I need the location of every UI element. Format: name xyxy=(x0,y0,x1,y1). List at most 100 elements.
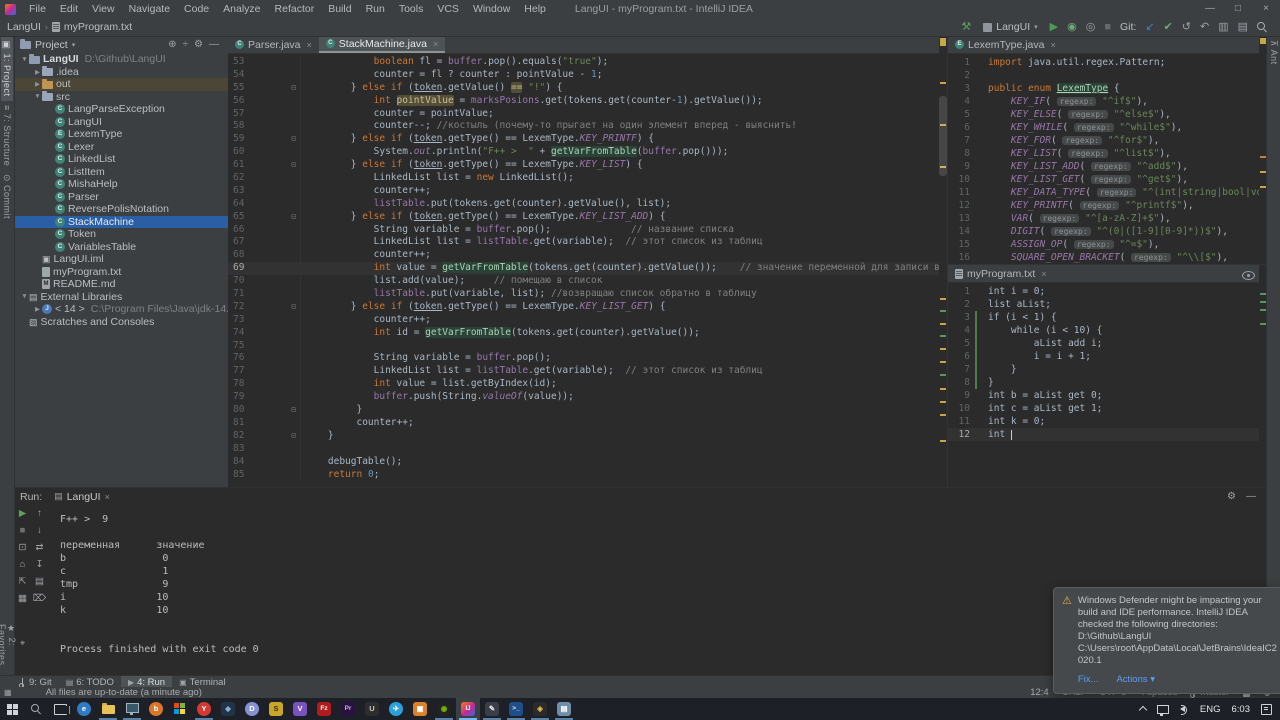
tree-item-reversepolisnotation[interactable]: C ReversePolisNotation xyxy=(14,203,228,216)
tree-item-myprogram-txt[interactable]: myProgram.txt xyxy=(14,266,228,279)
code-line[interactable]: 54 counter = fl ? counter : pointValue -… xyxy=(228,68,947,82)
tray-expand-icon[interactable] xyxy=(1138,705,1148,715)
build-project-button[interactable]: ⚒ xyxy=(961,19,971,35)
run-button[interactable]: ▶ xyxy=(1050,19,1058,35)
code-line[interactable]: 14 DIGIT( regexp: "^(0|([1-9][0-9]*))$")… xyxy=(948,225,1267,238)
menu-view[interactable]: View xyxy=(85,3,122,15)
code-line[interactable]: 7 KEY_FOR( regexp: "^for$"), xyxy=(948,134,1267,147)
code-line[interactable]: 71 listTable.put(variable, list); //возв… xyxy=(228,288,947,301)
caret-position[interactable]: 12:4 xyxy=(1030,687,1049,698)
menu-refactor[interactable]: Refactor xyxy=(268,3,322,15)
fold-icon[interactable]: ⊟ xyxy=(287,301,300,314)
code-line[interactable]: 10 int c = aList get 1; xyxy=(948,402,1267,415)
collapse-arrow-icon[interactable]: ▼ xyxy=(20,56,29,63)
menu-edit[interactable]: Edit xyxy=(53,3,85,15)
taskbar-task-view-button[interactable] xyxy=(48,698,72,720)
tray-clock[interactable]: 6:03 xyxy=(1232,704,1251,715)
tree-item-14[interactable]: ▶J< 14 > C:\Program Files\Java\jdk-14.0.1 xyxy=(14,303,228,316)
code-line[interactable]: 83 xyxy=(228,442,947,456)
soft-wrap-button[interactable]: ⇄ xyxy=(36,543,44,553)
tree-item-langparseexception[interactable]: C LangParseException xyxy=(14,103,228,116)
fold-icon[interactable]: ⊟ xyxy=(287,159,300,172)
tree-item-variablestable[interactable]: C VariablesTable xyxy=(14,241,228,254)
code-line[interactable]: 68 counter++; xyxy=(228,249,947,263)
tree-item-scratches-and-consoles[interactable]: ▧ Scratches and Consoles xyxy=(14,316,228,329)
code-line[interactable]: 5 KEY_ELSE( regexp: "^else$"), xyxy=(948,108,1267,121)
expand-arrow-icon[interactable]: ▶ xyxy=(33,80,42,88)
code-line[interactable]: 66 String variable = buffer.pop(); // на… xyxy=(228,223,947,237)
code-line[interactable]: 55 ⊟ } else if (token.getValue() == "!") … xyxy=(228,81,947,95)
stop-button[interactable]: ■ xyxy=(1104,19,1111,35)
close-icon[interactable]: × xyxy=(433,39,438,49)
taskbar-intellij-idea[interactable]: IJ xyxy=(456,698,480,720)
menu-tools[interactable]: Tools xyxy=(392,3,431,15)
code-line[interactable]: 61 ⊟ } else if (token.getType() == LexemT… xyxy=(228,159,947,173)
detach-button[interactable]: ⇱ xyxy=(19,577,27,587)
fix-link[interactable]: Fix... xyxy=(1078,674,1099,686)
code-line[interactable]: 8 KEY_LIST( regexp: "^list$"), xyxy=(948,147,1267,160)
close-icon[interactable]: × xyxy=(1050,40,1055,50)
action-center-icon[interactable] xyxy=(1261,703,1272,715)
shelve-button[interactable]: ▥ xyxy=(1218,19,1228,35)
code-line[interactable]: 73 counter++; xyxy=(228,313,947,327)
error-stripe[interactable] xyxy=(939,36,947,487)
vcs-status-text[interactable]: All files are up-to-date (a minute ago) xyxy=(46,687,202,698)
tree-item-listitem[interactable]: C ListItem xyxy=(14,166,228,179)
pin-button[interactable]: ⌖ xyxy=(20,639,25,649)
toolwindow-ant[interactable]: ⊼ Ant xyxy=(1268,36,1280,69)
close-button[interactable]: × xyxy=(1252,0,1280,18)
taskbar-file-explorer[interactable] xyxy=(96,698,120,720)
code-line[interactable]: 74 int id = getVarFromTable(tokens.get(c… xyxy=(228,326,947,340)
code-line[interactable]: 67 LinkedList list = listTable.get(varia… xyxy=(228,236,947,250)
menu-help[interactable]: Help xyxy=(517,3,553,15)
taskbar-powershell[interactable]: >_ xyxy=(504,698,528,720)
taskbar-unity-hub[interactable]: U xyxy=(360,698,384,720)
code-line[interactable]: 4 KEY_IF( regexp: "^if$"), xyxy=(948,95,1267,108)
taskbar-game-app[interactable]: ◆ xyxy=(216,698,240,720)
taskbar-edge[interactable]: e xyxy=(72,698,96,720)
taskbar-office-app[interactable] xyxy=(168,698,192,720)
diff-button[interactable]: ▤ xyxy=(1238,19,1248,35)
code-line[interactable]: 2 xyxy=(948,69,1267,82)
code-line[interactable]: 10 KEY_LIST_GET( regexp: "^get$"), xyxy=(948,173,1267,186)
taskbar-premiere[interactable]: Pr xyxy=(336,698,360,720)
code-line[interactable]: 9 KEY_LIST_ADD( regexp: "^add$"), xyxy=(948,160,1267,173)
next-occurrence-button[interactable]: ↓ xyxy=(37,526,42,536)
taskbar-snagit-app[interactable]: S xyxy=(264,698,288,720)
code-line[interactable]: 3 public enum LexemType { xyxy=(948,82,1267,95)
code-line[interactable]: 59 ⊟ } else if (token.getType() == LexemT… xyxy=(228,133,947,147)
maximize-button[interactable]: □ xyxy=(1224,0,1252,18)
run-tab-langui[interactable]: ▤ LangUI × xyxy=(48,488,116,505)
coverage-button[interactable]: ◎ xyxy=(1086,19,1096,35)
tray-display-icon[interactable] xyxy=(1156,704,1169,716)
tray-language[interactable]: ENG xyxy=(1200,704,1221,715)
tree-item-langui-iml[interactable]: ▣ LangUI.iml xyxy=(14,253,228,266)
toolwindow-project[interactable]: ▣ 1: Project xyxy=(1,36,13,101)
expand-arrow-icon[interactable]: ▶ xyxy=(33,68,42,76)
breadcrumb-project[interactable]: LangUI xyxy=(7,21,41,33)
project-header-label[interactable]: Project xyxy=(35,39,68,51)
tree-item-lexer[interactable]: C Lexer xyxy=(14,141,228,154)
tree-item-lexemtype[interactable]: E LexemType xyxy=(14,128,228,141)
toolwindow-favorites[interactable]: ★ 2: Favorites xyxy=(0,620,18,675)
close-icon[interactable]: × xyxy=(1041,269,1046,279)
taskbar-nvidia-app[interactable]: ◉ xyxy=(432,698,456,720)
code-line[interactable]: 56 int pointValue = marksPosions.get(tok… xyxy=(228,94,947,108)
tab-lexemtype-java[interactable]: E LexemType.java × xyxy=(948,36,1063,53)
code-line[interactable]: 82 ⊟ } xyxy=(228,429,947,443)
close-icon[interactable]: × xyxy=(105,492,110,502)
code-line[interactable]: 79 buffer.push(String.valueOf(value)); xyxy=(228,391,947,405)
stop-button[interactable]: ■ xyxy=(20,526,26,536)
fold-icon[interactable]: ⊟ xyxy=(287,404,300,417)
prev-occurrence-button[interactable]: ↑ xyxy=(37,509,42,519)
code-line[interactable]: 75 xyxy=(228,339,947,353)
close-icon[interactable]: × xyxy=(307,40,312,50)
menu-vcs[interactable]: VCS xyxy=(430,3,466,15)
taskbar-filezilla[interactable]: Fz xyxy=(312,698,336,720)
tree-item-mishahelp[interactable]: C MishaHelp xyxy=(14,178,228,191)
code-line[interactable]: 3 if (i < 1) { xyxy=(948,311,1267,324)
clear-all-button[interactable]: ⌦ xyxy=(33,594,46,604)
toolwindow-structure[interactable]: ≡ 7: Structure xyxy=(1,101,13,170)
rollback-button[interactable]: ↶ xyxy=(1200,19,1209,35)
tab-parser-java[interactable]: C Parser.java × xyxy=(228,36,319,53)
